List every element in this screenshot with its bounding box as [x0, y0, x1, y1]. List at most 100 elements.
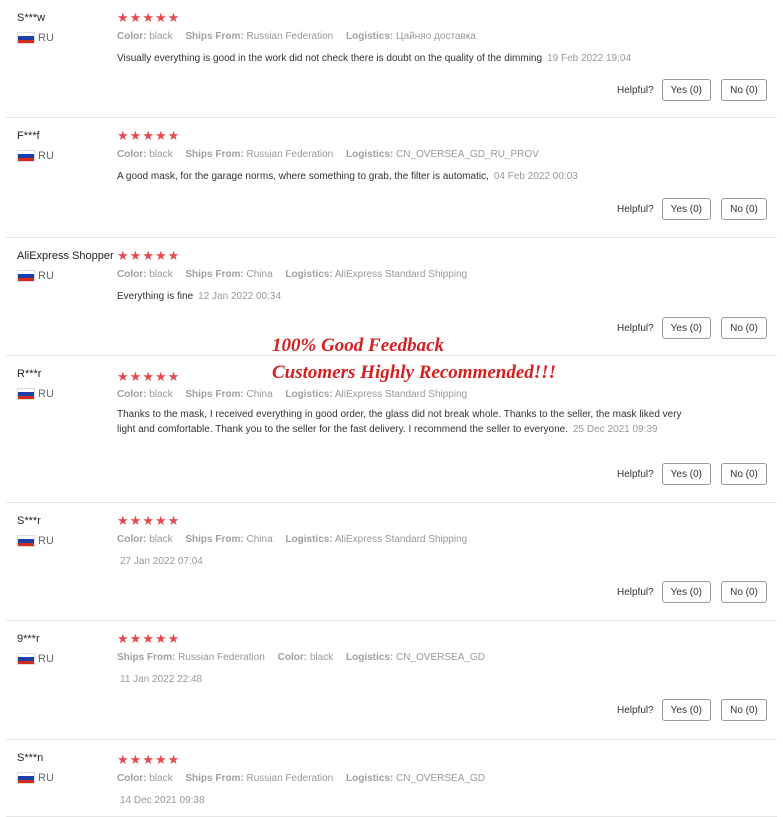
reviewer-country: RU — [17, 772, 54, 784]
reviewer-name: S***r — [17, 515, 41, 527]
helpful-no-button[interactable]: No (0) — [721, 463, 767, 485]
star-icon: ★ — [142, 513, 155, 528]
helpful-no-button[interactable]: No (0) — [721, 198, 767, 220]
review-date: 14 Dec 2021 09:38 — [120, 795, 205, 806]
helpful-yes-button[interactable]: Yes (0) — [661, 699, 711, 721]
reviewer-name: S***n — [17, 752, 44, 764]
meta-key: Color: — [277, 652, 308, 663]
star-icon: ★ — [117, 10, 130, 25]
review-text: Visually everything is good in the work … — [117, 53, 543, 64]
helpful-no-button[interactable]: No (0) — [721, 317, 767, 339]
star-icon: ★ — [117, 128, 130, 143]
review-meta: Color: black Ships From: China Logistics… — [117, 269, 477, 280]
review-date: 11 Jan 2022 22:48 — [120, 674, 203, 685]
helpful-label: Helpful? — [616, 84, 654, 96]
country-code: RU — [38, 653, 54, 665]
reviewer-country: RU — [17, 270, 54, 282]
meta-value: AliExpress Standard Shipping — [334, 269, 468, 280]
helpful-label: Helpful? — [616, 586, 654, 598]
meta-value: AliExpress Standard Shipping — [334, 534, 468, 545]
star-icon: ★ — [117, 631, 130, 646]
reviewer-name: S***w — [17, 12, 46, 24]
star-icon: ★ — [154, 128, 168, 143]
meta-value: AliExpress Standard Shipping — [334, 389, 468, 400]
helpful-no-button[interactable]: No (0) — [721, 79, 767, 101]
helpful-yes-button[interactable]: Yes (0) — [661, 317, 711, 339]
star-icon: ★ — [154, 513, 168, 528]
star-icon: ★ — [167, 248, 181, 263]
review-content: 11 Jan 2022 22:48 — [117, 672, 692, 687]
helpful-controls: Helpful? Yes (0) No (0) — [617, 79, 767, 101]
meta-key: Logistics: — [346, 773, 394, 784]
meta-key: Color: — [117, 773, 147, 784]
star-icon: ★ — [142, 369, 155, 384]
review-meta: Ships From: Russian Federation Color: bl… — [117, 652, 495, 663]
star-rating: ★★★★★ — [117, 631, 180, 647]
reviewer-country: RU — [17, 388, 54, 400]
meta-key: Ships From: — [185, 389, 244, 400]
helpful-label: Helpful? — [616, 322, 654, 334]
review-date: 27 Jan 2022 07:04 — [120, 556, 203, 567]
star-icon: ★ — [129, 631, 143, 646]
star-icon: ★ — [142, 10, 155, 25]
review-date: 19 Feb 2022 19:04 — [547, 53, 632, 64]
star-icon: ★ — [117, 752, 130, 767]
meta-key: Ships From: — [185, 149, 244, 160]
star-rating: ★★★★★ — [117, 10, 180, 26]
meta-value: CN_OVERSEA_GD — [396, 773, 485, 784]
meta-key: Logistics: — [346, 652, 394, 663]
star-icon: ★ — [167, 10, 181, 25]
meta-value: black — [149, 773, 173, 784]
promo-line-2: Customers Highly Recommended!!! — [272, 362, 556, 383]
helpful-label: Helpful? — [616, 704, 654, 716]
star-icon: ★ — [142, 631, 155, 646]
helpful-yes-button[interactable]: Yes (0) — [661, 79, 711, 101]
meta-value: black — [149, 149, 173, 160]
russia-flag-icon — [17, 535, 35, 547]
star-rating: ★★★★★ — [117, 369, 180, 385]
review-meta: Color: black Ships From: China Logistics… — [117, 534, 477, 545]
promo-line-1: 100% Good Feedback — [272, 335, 445, 356]
meta-key: Color: — [117, 31, 147, 42]
star-icon: ★ — [129, 513, 143, 528]
reviewer-country: RU — [17, 653, 54, 665]
helpful-no-button[interactable]: No (0) — [721, 699, 767, 721]
promo-banner: 100% Good Feedback Customers Highly Reco… — [272, 332, 556, 386]
meta-key: Ships From: — [185, 31, 244, 42]
review-text: A good mask, for the garage norms, where… — [117, 171, 489, 182]
helpful-controls: Helpful? Yes (0) No (0) — [617, 463, 767, 485]
review-meta: Color: black Ships From: Russian Federat… — [117, 773, 495, 784]
review-item: S***w RU ★★★★★ Color: black Ships From: … — [6, 0, 777, 118]
star-icon: ★ — [167, 631, 181, 646]
meta-key: Logistics: — [346, 31, 394, 42]
country-code: RU — [38, 388, 54, 400]
helpful-yes-button[interactable]: Yes (0) — [661, 198, 711, 220]
review-text: Everything is fine — [117, 291, 194, 302]
meta-key: Ships From: — [185, 773, 244, 784]
russia-flag-icon — [17, 653, 35, 665]
meta-value: black — [309, 652, 334, 663]
reviewer-country: RU — [17, 535, 54, 547]
star-icon: ★ — [129, 752, 143, 767]
review-date: 25 Dec 2021 09:39 — [572, 424, 658, 435]
meta-value: CN_OVERSEA_GD_RU_PROV — [396, 149, 539, 160]
helpful-label: Helpful? — [616, 468, 654, 480]
review-content: Everything is fine 12 Jan 2022 00:34 — [117, 289, 692, 304]
helpful-yes-button[interactable]: Yes (0) — [661, 463, 711, 485]
review-item: S***n RU ★★★★★ Color: black Ships From: … — [6, 740, 777, 817]
helpful-controls: Helpful? Yes (0) No (0) — [617, 581, 767, 603]
review-content: Visually everything is good in the work … — [117, 51, 692, 66]
meta-key: Ships From: — [117, 652, 176, 663]
helpful-no-button[interactable]: No (0) — [721, 581, 767, 603]
helpful-yes-button[interactable]: Yes (0) — [661, 581, 711, 603]
star-icon: ★ — [142, 248, 155, 263]
country-code: RU — [38, 150, 54, 162]
star-icon: ★ — [129, 248, 143, 263]
country-code: RU — [38, 32, 54, 44]
meta-key: Ships From: — [185, 534, 244, 545]
russia-flag-icon — [17, 772, 35, 784]
review-meta: Color: black Ships From: Russian Federat… — [117, 149, 549, 160]
russia-flag-icon — [17, 150, 35, 162]
meta-key: Logistics: — [285, 269, 333, 280]
meta-value: Russian Federation — [246, 149, 334, 160]
